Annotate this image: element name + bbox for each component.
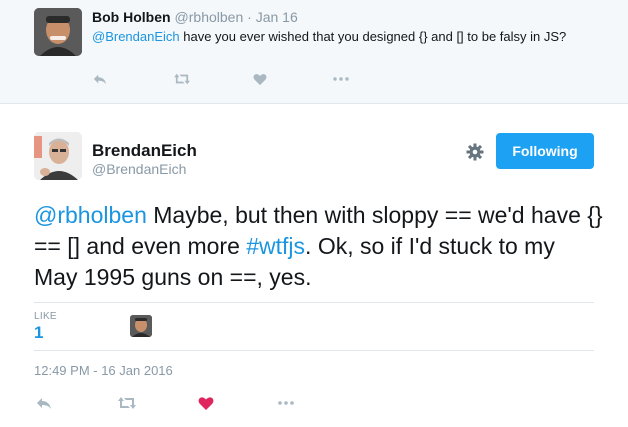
main-author-name[interactable]: BrendanEich	[92, 141, 197, 161]
liker-avatar[interactable]	[130, 315, 152, 337]
retweet-icon[interactable]	[117, 395, 137, 416]
parent-mention-link[interactable]: @BrendanEich	[92, 29, 180, 44]
likes-label[interactable]: LIKE	[34, 311, 57, 322]
gear-icon[interactable]	[465, 142, 485, 162]
parent-author[interactable]: Bob Holben @rbholben · Jan 16	[92, 9, 298, 25]
parent-tweet-text: @BrendanEich have you ever wished that y…	[92, 28, 592, 46]
reply-icon[interactable]	[93, 72, 107, 88]
parent-author-handle-date[interactable]: @rbholben · Jan 16	[175, 9, 298, 25]
hashtag-link[interactable]: #wtfjs	[246, 233, 305, 259]
tweet-timestamp[interactable]: 12:49 PM - 16 Jan 2016	[34, 363, 173, 378]
like-icon[interactable]	[253, 72, 267, 88]
reply-icon[interactable]	[36, 395, 52, 416]
more-icon[interactable]	[332, 72, 350, 88]
parent-tweet[interactable]: Bob Holben @rbholben · Jan 16 @BrendanEic…	[0, 0, 628, 104]
more-icon[interactable]	[276, 395, 296, 416]
main-tweet-text: @rbholben Maybe, but then with sloppy ==…	[34, 200, 604, 293]
bob-holben-avatar[interactable]	[34, 8, 82, 56]
retweet-icon[interactable]	[173, 72, 191, 88]
following-button[interactable]: Following	[496, 133, 594, 169]
stats-divider-bottom	[34, 350, 594, 351]
parent-text-body: have you ever wished that you designed {…	[179, 29, 567, 44]
parent-author-name[interactable]: Bob Holben	[92, 9, 171, 25]
main-author-handle[interactable]: @BrendanEich	[92, 161, 186, 177]
stats-divider-top	[34, 302, 594, 303]
liked-heart-icon[interactable]	[198, 395, 214, 416]
brendan-eich-avatar[interactable]	[34, 132, 82, 180]
likes-count[interactable]: 1	[34, 323, 43, 343]
main-mention-link[interactable]: @rbholben	[34, 202, 147, 228]
